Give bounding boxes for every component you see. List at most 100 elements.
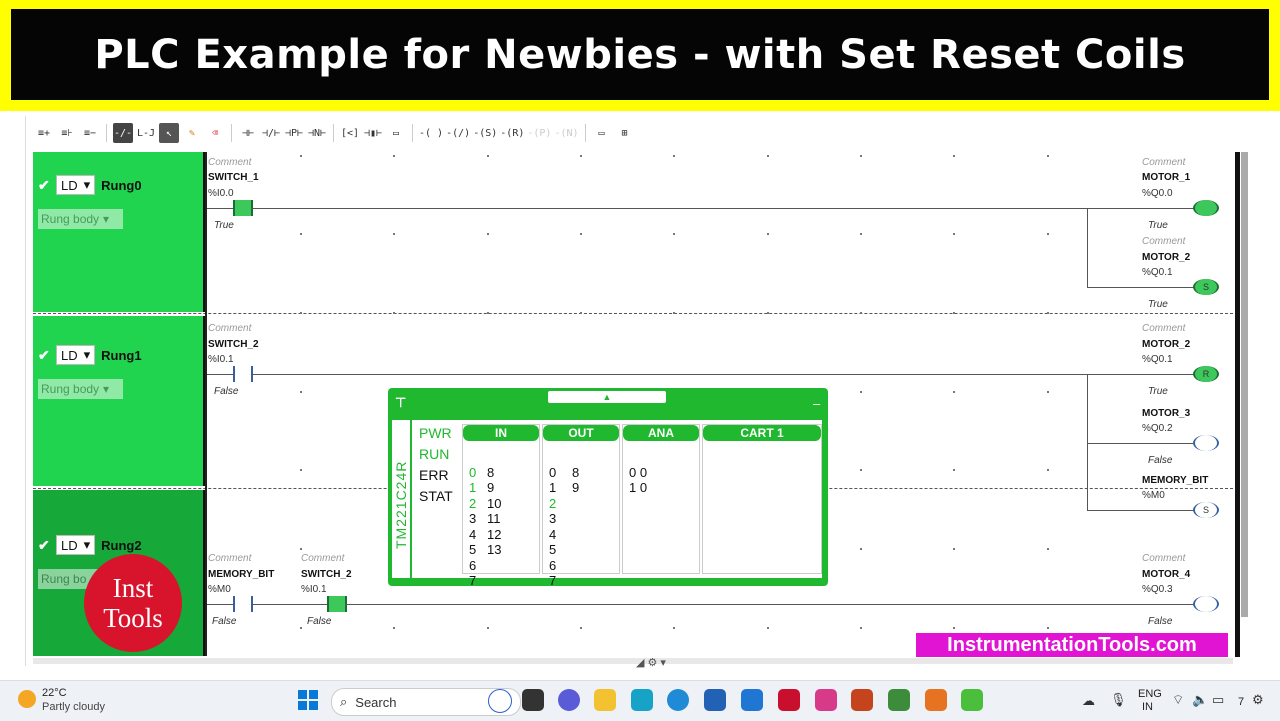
vertical-scrollbar-thumb[interactable] (1241, 152, 1248, 617)
comment-label[interactable]: Comment (1142, 157, 1185, 168)
comment-label[interactable]: Comment (1142, 236, 1185, 247)
weather-icon[interactable] (18, 690, 36, 708)
mcafee-icon[interactable] (778, 689, 800, 711)
nc-contact-button[interactable]: ⊣/⊢ (261, 123, 281, 143)
coil-address: %Q0.0 (1142, 188, 1173, 199)
rung1-body-select[interactable]: Rung body ▾ (38, 379, 123, 399)
rung1-panel[interactable] (33, 316, 206, 486)
branch-tool-button[interactable]: L-J (136, 123, 156, 143)
windows-start-icon[interactable] (298, 690, 318, 710)
grid-dot (953, 233, 955, 235)
powerpoint-icon[interactable] (851, 689, 873, 711)
battery-icon[interactable]: ▭ (1212, 692, 1224, 708)
chat-icon[interactable] (558, 689, 580, 711)
machine-expert-icon[interactable] (961, 689, 983, 711)
cloud-icon[interactable]: ☁ (1082, 693, 1095, 709)
reset-coil-button[interactable]: -(R) (500, 123, 524, 143)
pulse-coil-button[interactable]: -(P) (527, 123, 551, 143)
eraser-icon[interactable]: ⌫ (205, 123, 225, 143)
no-contact-button[interactable]: ⊣⊢ (238, 123, 258, 143)
set-coil-motor2[interactable]: S (1193, 279, 1219, 295)
check-icon[interactable]: ✔ (38, 348, 50, 362)
select-tool-button[interactable]: ↖ (159, 123, 179, 143)
comment-label[interactable]: Comment (1142, 323, 1185, 334)
coil-motor3[interactable] (1193, 435, 1219, 451)
set-coil-button[interactable]: -(S) (473, 123, 497, 143)
grid-dot (393, 233, 395, 235)
comment-label[interactable]: Comment (301, 553, 344, 564)
compare-block-button[interactable]: [<] (340, 123, 360, 143)
volume-icon[interactable]: 🔈 (1192, 692, 1208, 708)
app-icon-2[interactable] (888, 689, 910, 711)
check-icon[interactable]: ✔ (38, 178, 50, 192)
minimize-icon[interactable]: – (813, 396, 820, 411)
comment-label[interactable]: Comment (208, 553, 251, 564)
contact-memory-bit[interactable] (233, 596, 253, 612)
wire (207, 208, 234, 209)
scroll-controls-icon[interactable]: ◢ ⚙ ▾ (636, 656, 666, 669)
left-power-rail (205, 152, 207, 656)
app-icon[interactable] (631, 689, 653, 711)
vertical-scrollbar-track[interactable] (1235, 152, 1240, 657)
coil-tag: MOTOR_2 (1142, 252, 1191, 263)
taskview-icon[interactable] (522, 689, 544, 711)
comment-label[interactable]: Comment (208, 323, 251, 334)
function-block-button[interactable]: ⊣▮⊢ (363, 123, 383, 143)
comment-label[interactable]: Comment (1142, 553, 1185, 564)
clock[interactable]: 7 (1238, 696, 1244, 708)
grid-dot (767, 312, 769, 314)
collapse-handle[interactable]: ▲ (548, 391, 666, 403)
comment-label[interactable]: Comment (208, 157, 251, 168)
file-explorer-icon[interactable] (594, 689, 616, 711)
grid-button[interactable]: ⊞ (615, 123, 635, 143)
wire (1087, 510, 1195, 511)
check-icon[interactable]: ✔ (38, 538, 50, 552)
contact-switch2[interactable] (233, 366, 253, 382)
rung0-language-select[interactable]: LD ▾ (56, 175, 96, 195)
weather-temp[interactable]: 22°C (42, 687, 67, 699)
insert-branch-button[interactable]: ≡⊦ (57, 123, 77, 143)
grid-dot (1047, 469, 1049, 471)
set-coil-memory-bit[interactable]: S (1193, 502, 1219, 518)
grid-dot (767, 233, 769, 235)
l-app-icon[interactable] (741, 689, 763, 711)
contact-switch1[interactable] (233, 200, 253, 216)
negative-pulse-coil-button[interactable]: -(N) (554, 123, 578, 143)
horizontal-scrollbar[interactable] (33, 658, 1233, 664)
wire-tool-button[interactable]: -/- (113, 123, 133, 143)
pencil-icon[interactable]: ✎ (182, 123, 202, 143)
coil-motor4[interactable] (1193, 596, 1219, 612)
nc-contact-switch2[interactable] (327, 596, 347, 612)
coil-tag: MOTOR_3 (1142, 408, 1191, 419)
instagram-icon[interactable] (815, 689, 837, 711)
lang-region[interactable]: IN (1142, 701, 1153, 713)
coil-motor1[interactable] (1193, 200, 1219, 216)
rung-divider (33, 313, 1233, 315)
operation-block-button[interactable]: ▭ (386, 123, 406, 143)
rung2-language-select[interactable]: LD ▾ (56, 535, 96, 555)
rung0-body-select[interactable]: Rung body ▾ (38, 209, 123, 229)
rising-edge-button[interactable]: ⊣P⊢ (284, 123, 304, 143)
pin-icon[interactable]: ⊤ (395, 395, 406, 411)
wifi-icon[interactable]: ⌔ (1172, 692, 1184, 708)
branch-wire (1087, 208, 1088, 288)
rung1-language-select[interactable]: LD ▾ (56, 345, 96, 365)
reset-coil-motor2[interactable]: R (1193, 366, 1219, 382)
falling-edge-button[interactable]: ⊣N⊢ (307, 123, 327, 143)
notification-icon[interactable]: ⚙ (1252, 692, 1264, 708)
coil-button[interactable]: -( ) (419, 123, 443, 143)
mic-icon[interactable]: 🎙 (1110, 692, 1127, 708)
search-icon: ⌕ (340, 694, 348, 709)
bing-icon[interactable] (488, 689, 512, 713)
store-icon[interactable] (704, 689, 726, 711)
grid-dot (487, 233, 489, 235)
app-icon-3[interactable] (925, 689, 947, 711)
weather-desc[interactable]: Partly cloudy (42, 701, 105, 713)
edge-icon[interactable] (667, 689, 689, 711)
block-button[interactable]: ▭ (592, 123, 612, 143)
negated-coil-button[interactable]: -(/) (446, 123, 470, 143)
insert-rung-button[interactable]: ≡+ (34, 123, 54, 143)
delete-rung-button[interactable]: ≡− (80, 123, 100, 143)
lang-indicator[interactable]: ENG (1138, 688, 1162, 700)
contact-address: %M0 (208, 584, 231, 595)
